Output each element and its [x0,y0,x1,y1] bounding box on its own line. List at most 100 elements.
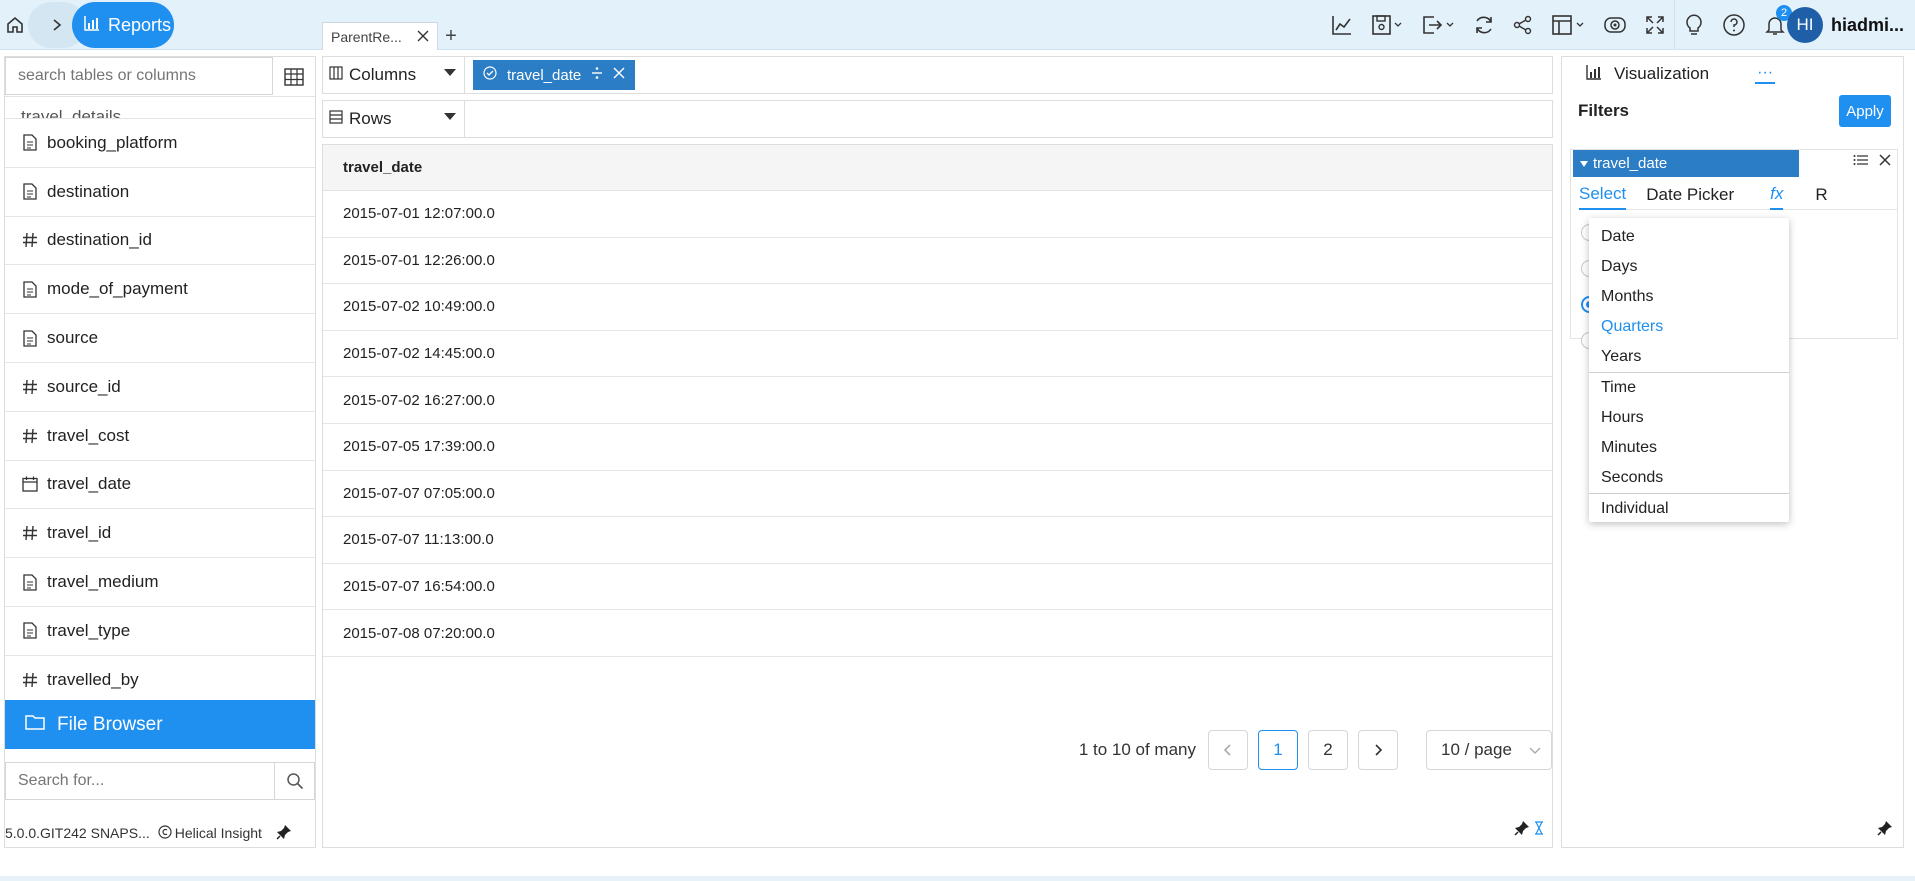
columns-icon [329,65,343,85]
save-icon[interactable] [1362,0,1412,50]
caret-down-icon[interactable] [444,69,456,76]
columns-shelf-label[interactable]: Columns [323,57,465,93]
table-row[interactable]: 2015-07-02 10:49:00.0 [323,284,1552,331]
rows-shelf-label[interactable]: Rows [323,101,465,137]
table-row[interactable]: 2015-07-08 07:20:00.0 [323,610,1552,657]
dropdown-option-hours[interactable]: Hours [1589,403,1789,433]
field-item-label: destination [47,181,130,201]
report-canvas: Columns travel_date Rows travel_date 201… [322,56,1553,848]
text-field-icon [21,622,39,640]
field-item-travel-medium[interactable]: travel_medium [5,558,315,607]
table-cell: 2015-07-01 12:07:00.0 [343,205,495,223]
dropdown-option-years[interactable]: Years [1589,342,1789,372]
brand-text: Helical Insight [174,825,262,841]
field-list[interactable]: travel_details booking_platform destinati… [5,97,315,701]
fullscreen-icon[interactable] [1636,0,1674,50]
next-page-button[interactable] [1358,730,1398,770]
dropdown-option-minutes[interactable]: Minutes [1589,433,1789,463]
lightbulb-icon[interactable] [1675,0,1713,50]
tab-select[interactable]: Select [1579,180,1627,210]
table-grid-icon[interactable] [273,57,315,97]
field-item-travel-id[interactable]: travel_id [5,509,315,559]
dropdown-option-seconds[interactable]: Seconds [1589,463,1789,493]
page-1-button[interactable]: 1 [1258,730,1298,770]
pin-icon[interactable] [276,824,292,843]
caret-down-icon[interactable] [1579,155,1589,172]
page-size-select[interactable]: 10 / page [1426,730,1552,770]
report-tab[interactable]: ParentRe... [322,22,438,50]
field-item-destination-id[interactable]: destination_id [5,217,315,266]
field-item-mode-of-payment[interactable]: mode_of_payment [5,265,315,315]
field-item-travel-type[interactable]: travel_type [5,607,315,656]
close-icon[interactable] [1879,153,1891,171]
file-browser-button[interactable]: File Browser [5,700,315,749]
field-item-label: source_id [47,376,121,396]
reports-button[interactable]: Reports [72,2,174,48]
list-item[interactable]: travel_details [5,97,315,119]
search-icon[interactable] [275,762,315,800]
table-row[interactable]: 2015-07-07 07:05:00.0 [323,471,1552,518]
tab-date-picker[interactable]: Date Picker [1646,185,1734,205]
search-tables-input[interactable] [5,57,274,95]
visualize-icon[interactable] [1322,0,1362,50]
dropdown-option-time[interactable]: Time [1589,373,1789,403]
table-header[interactable]: travel_date [323,145,1552,191]
dropdown-option-quarters[interactable]: Quarters [1589,312,1789,342]
pin-icon[interactable] [1877,820,1893,841]
search-for-input[interactable] [5,762,275,800]
table-row[interactable]: 2015-07-02 16:27:00.0 [323,377,1552,424]
filter-field-chip[interactable]: travel_date [1573,150,1799,177]
user-menu[interactable]: HI hiadmi... [1779,0,1915,50]
tab-more[interactable]: ··· [1755,64,1776,84]
refresh-icon[interactable] [1464,0,1504,50]
layout-icon[interactable] [1542,0,1594,50]
home-icon[interactable] [0,0,30,50]
dropdown-option-days[interactable]: Days [1589,252,1789,282]
tab-visualization[interactable]: Visualization [1614,64,1709,84]
field-item-source-id[interactable]: source_id [5,363,315,412]
divide-icon[interactable] [591,66,603,84]
text-field-icon [21,281,39,298]
table-row[interactable]: 2015-07-05 17:39:00.0 [323,424,1552,471]
tab-r[interactable]: R [1815,185,1827,205]
export-icon[interactable] [1412,0,1464,50]
table-cell: 2015-07-07 11:13:00.0 [343,531,494,549]
dropdown-option-months[interactable]: Months [1589,282,1789,312]
field-item-travel-date[interactable]: travel_date [5,461,315,510]
tab-fx[interactable]: fx [1770,180,1784,210]
remove-pill-icon[interactable] [613,66,625,84]
apply-button[interactable]: Apply [1839,95,1891,127]
field-item-label: booking_platform [47,132,178,152]
field-item-label: travel_date [47,474,132,494]
dropdown-option-date[interactable]: Date [1589,222,1789,252]
caret-down-icon[interactable] [444,113,456,120]
field-item-booking-platform[interactable]: booking_platform [5,119,315,168]
preview-icon[interactable] [1594,0,1636,50]
field-item-travel-cost[interactable]: travel_cost [5,412,315,461]
table-row[interactable]: 2015-07-01 12:07:00.0 [323,191,1552,238]
field-item-destination[interactable]: destination [5,168,315,217]
column-pill-label: travel_date [507,66,582,84]
pin-icon[interactable] [1514,820,1530,841]
add-tab-button[interactable]: + [438,22,464,50]
share-icon[interactable] [1504,0,1542,50]
table-row[interactable]: 2015-07-07 16:54:00.0 [323,564,1552,611]
text-field-icon [21,329,39,347]
table-row[interactable]: 2015-07-02 14:45:00.0 [323,331,1552,378]
field-item-travelled-by[interactable]: travelled_by [5,656,315,701]
column-pill-travel-date[interactable]: travel_date [473,60,636,90]
columns-shelf[interactable]: Columns travel_date [322,56,1553,94]
visualization-icon [1586,64,1602,85]
dropdown-option-individual[interactable]: Individual [1589,494,1789,524]
field-item-source[interactable]: source [5,314,315,363]
field-item-label: travel_type [47,620,131,640]
help-icon[interactable] [1713,0,1755,50]
table-row[interactable]: 2015-07-01 12:26:00.0 [323,238,1552,285]
table-row[interactable]: 2015-07-07 11:13:00.0 [323,517,1552,564]
prev-page-button[interactable] [1208,730,1248,770]
page-2-button[interactable]: 2 [1308,730,1348,770]
list-icon[interactable] [1853,153,1869,171]
footer: 5.0.0.GIT242 SNAPS... Helical Insight [5,819,315,847]
close-tab-icon[interactable] [417,29,429,45]
rows-shelf[interactable]: Rows [322,100,1553,138]
